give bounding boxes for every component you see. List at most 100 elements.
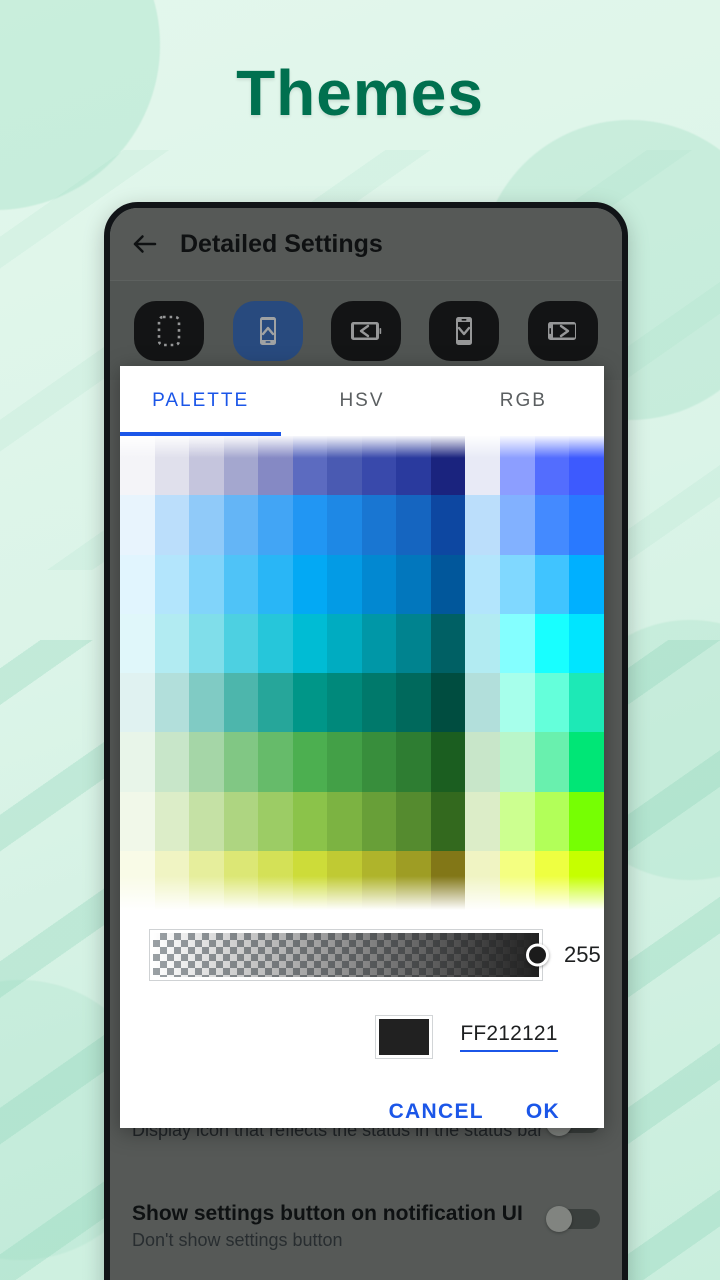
- color-swatch[interactable]: [361, 495, 396, 555]
- color-swatch[interactable]: [120, 436, 155, 496]
- color-swatch[interactable]: [430, 436, 465, 496]
- color-swatch[interactable]: [223, 850, 258, 910]
- color-swatch[interactable]: [258, 732, 293, 792]
- color-swatch[interactable]: [465, 436, 500, 496]
- color-swatch[interactable]: [154, 732, 189, 792]
- hex-input[interactable]: FF212121: [460, 1022, 558, 1052]
- color-swatch[interactable]: [327, 850, 362, 910]
- color-swatch[interactable]: [396, 791, 431, 851]
- color-palette-grid[interactable]: [120, 436, 604, 910]
- color-swatch[interactable]: [534, 732, 570, 792]
- ok-button[interactable]: OK: [526, 1100, 560, 1124]
- color-swatch[interactable]: [430, 495, 465, 555]
- color-swatch[interactable]: [189, 850, 224, 910]
- color-swatch[interactable]: [154, 495, 189, 555]
- color-swatch[interactable]: [361, 732, 396, 792]
- color-swatch[interactable]: [258, 495, 293, 555]
- color-swatch[interactable]: [465, 495, 500, 555]
- color-swatch[interactable]: [189, 732, 224, 792]
- color-swatch[interactable]: [361, 436, 396, 496]
- color-swatch[interactable]: [396, 436, 431, 496]
- palette-accent-columns[interactable]: [465, 436, 604, 910]
- color-swatch[interactable]: [569, 554, 604, 614]
- color-swatch[interactable]: [361, 554, 396, 614]
- color-swatch[interactable]: [569, 791, 604, 851]
- color-swatch[interactable]: [292, 495, 327, 555]
- color-swatch[interactable]: [189, 613, 224, 673]
- color-swatch[interactable]: [120, 554, 155, 614]
- color-swatch[interactable]: [223, 495, 258, 555]
- color-swatch[interactable]: [189, 554, 224, 614]
- color-swatch[interactable]: [534, 613, 570, 673]
- color-swatch[interactable]: [534, 554, 570, 614]
- color-swatch[interactable]: [292, 673, 327, 733]
- color-swatch[interactable]: [189, 495, 224, 555]
- color-swatch[interactable]: [361, 613, 396, 673]
- color-swatch[interactable]: [465, 613, 500, 673]
- color-swatch[interactable]: [292, 791, 327, 851]
- color-swatch[interactable]: [499, 850, 535, 910]
- color-swatch[interactable]: [499, 436, 535, 496]
- color-swatch[interactable]: [430, 613, 465, 673]
- color-swatch[interactable]: [154, 673, 189, 733]
- color-swatch[interactable]: [223, 732, 258, 792]
- tab-hsv[interactable]: HSV: [281, 390, 442, 412]
- cancel-button[interactable]: CANCEL: [389, 1100, 484, 1124]
- color-swatch[interactable]: [361, 850, 396, 910]
- color-swatch[interactable]: [258, 791, 293, 851]
- color-swatch[interactable]: [499, 554, 535, 614]
- color-swatch[interactable]: [396, 554, 431, 614]
- color-swatch[interactable]: [120, 732, 155, 792]
- color-swatch[interactable]: [465, 732, 500, 792]
- color-swatch[interactable]: [534, 850, 570, 910]
- alpha-slider-thumb[interactable]: [526, 943, 549, 967]
- color-swatch[interactable]: [396, 613, 431, 673]
- color-swatch[interactable]: [292, 732, 327, 792]
- alpha-slider[interactable]: [150, 930, 549, 980]
- color-swatch[interactable]: [569, 436, 604, 496]
- color-swatch[interactable]: [465, 554, 500, 614]
- color-swatch[interactable]: [396, 850, 431, 910]
- color-swatch[interactable]: [120, 673, 155, 733]
- color-swatch[interactable]: [258, 673, 293, 733]
- color-swatch[interactable]: [534, 791, 570, 851]
- color-swatch[interactable]: [120, 613, 155, 673]
- color-swatch[interactable]: [534, 495, 570, 555]
- color-swatch[interactable]: [154, 791, 189, 851]
- color-swatch[interactable]: [120, 850, 155, 910]
- color-swatch[interactable]: [396, 732, 431, 792]
- color-swatch[interactable]: [120, 495, 155, 555]
- color-swatch[interactable]: [292, 850, 327, 910]
- color-swatch[interactable]: [154, 554, 189, 614]
- palette-primary-columns[interactable]: [120, 436, 465, 910]
- color-swatch[interactable]: [258, 613, 293, 673]
- color-swatch[interactable]: [154, 850, 189, 910]
- color-swatch[interactable]: [223, 613, 258, 673]
- color-swatch[interactable]: [327, 613, 362, 673]
- color-swatch[interactable]: [327, 554, 362, 614]
- color-swatch[interactable]: [258, 554, 293, 614]
- color-swatch[interactable]: [189, 436, 224, 496]
- color-swatch[interactable]: [465, 673, 500, 733]
- color-swatch[interactable]: [223, 673, 258, 733]
- tab-palette[interactable]: PALETTE: [120, 390, 281, 412]
- color-swatch[interactable]: [499, 791, 535, 851]
- color-swatch[interactable]: [327, 732, 362, 792]
- color-swatch[interactable]: [327, 673, 362, 733]
- color-swatch[interactable]: [534, 673, 570, 733]
- color-swatch[interactable]: [396, 495, 431, 555]
- color-swatch[interactable]: [223, 791, 258, 851]
- color-swatch[interactable]: [499, 673, 535, 733]
- color-swatch[interactable]: [327, 436, 362, 496]
- color-swatch[interactable]: [569, 850, 604, 910]
- color-swatch[interactable]: [292, 436, 327, 496]
- color-swatch[interactable]: [223, 436, 258, 496]
- color-swatch[interactable]: [465, 791, 500, 851]
- color-swatch[interactable]: [154, 436, 189, 496]
- color-swatch[interactable]: [430, 673, 465, 733]
- color-swatch[interactable]: [292, 554, 327, 614]
- color-swatch[interactable]: [534, 436, 570, 496]
- color-swatch[interactable]: [327, 495, 362, 555]
- color-swatch[interactable]: [223, 554, 258, 614]
- color-swatch[interactable]: [430, 554, 465, 614]
